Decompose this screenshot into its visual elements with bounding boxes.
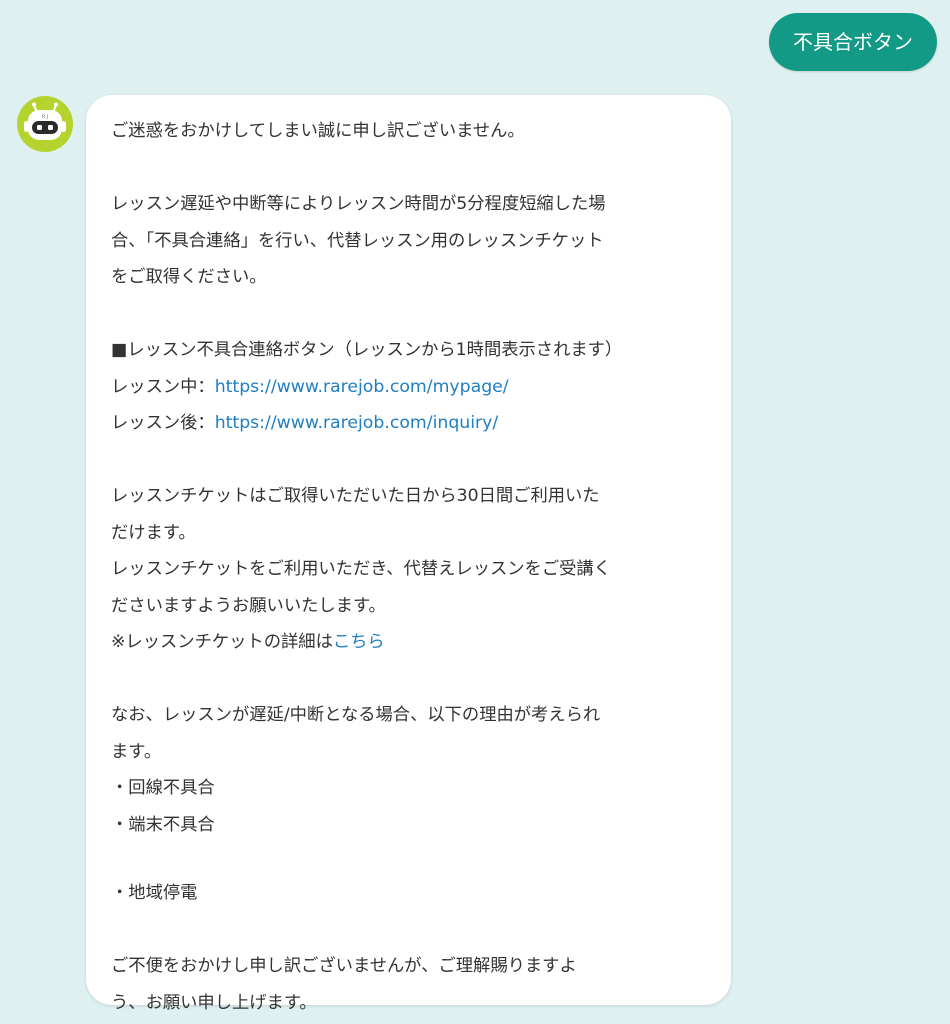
intro-text-line-2: 合、「不具合連絡」を行い、代替レッスン用のレッスンチケット xyxy=(111,230,604,251)
avatar-lettering: R J xyxy=(42,114,48,120)
ticket-text-line-4: ださいますようお願いいたします。 xyxy=(111,595,386,616)
chat-thread: 不具合ボタン R J ご迷惑をおかけしてしまい誠に申し訳ございません。 レッスン… xyxy=(0,0,950,1024)
mypage-link[interactable]: https://www.rarejob.com/mypage/ xyxy=(215,377,509,397)
reason-item: ・回線不具合 xyxy=(111,778,215,798)
during-lesson-label: レッスン中： xyxy=(111,376,215,397)
ticket-detail-row: ※レッスンチケットの詳細はこちら xyxy=(111,624,711,661)
after-lesson-label: レッスン後： xyxy=(111,413,215,433)
robot-icon: R J xyxy=(17,96,73,152)
ticket-detail-link[interactable]: こちら xyxy=(333,632,385,652)
inquiry-link[interactable]: https://www.rarejob.com/inquiry/ xyxy=(215,413,499,433)
reason-item: ・地域停電 xyxy=(111,883,198,903)
after-lesson-row: レッスン後：https://www.rarejob.com/inquiry/ xyxy=(111,405,711,442)
intro-text-line-1: レッスン遅延や中断等によりレッスン時間が5分程度短縮した場 xyxy=(111,194,606,214)
ticket-text-line-3: レッスンチケットをご利用いただき、代替えレッスンをご受講く xyxy=(111,559,611,579)
apology-text: ご迷惑をおかけしてしまい誠に申し訳ございません。 xyxy=(111,121,525,141)
closing-text-line-2: う、お願い申し上げます。 xyxy=(111,992,317,1013)
closing-text-line-1: ご不便をおかけし申し訳ございませんが、ご理解賜りますよ xyxy=(111,956,577,976)
bot-avatar: R J xyxy=(17,96,73,152)
user-message-bubble[interactable]: 不具合ボタン xyxy=(769,13,937,71)
bot-message-bubble: ご迷惑をおかけしてしまい誠に申し訳ございません。 レッスン遅延や中断等によりレッ… xyxy=(86,95,731,1013)
reason-item: ・端末不具合 xyxy=(111,814,215,835)
reasons-intro-line-1: なお、レッスンが遅延/中断となる場合、以下の理由が考えられ xyxy=(111,705,601,725)
button-heading: ■レッスン不具合連絡ボタン（レッスンから1時間表示されます） xyxy=(111,340,623,360)
reasons-intro-line-2: ます。 xyxy=(111,741,162,762)
during-lesson-row: レッスン中：https://www.rarejob.com/mypage/ xyxy=(111,369,711,406)
intro-text-line-3: をご取得ください。 xyxy=(111,267,267,287)
ticket-text-line-2: だけます。 xyxy=(111,522,196,543)
ticket-detail-prefix: ※レッスンチケットの詳細は xyxy=(111,632,333,652)
ticket-text-line-1: レッスンチケットはご取得いただいた日から30日間ご利用いた xyxy=(111,486,600,506)
